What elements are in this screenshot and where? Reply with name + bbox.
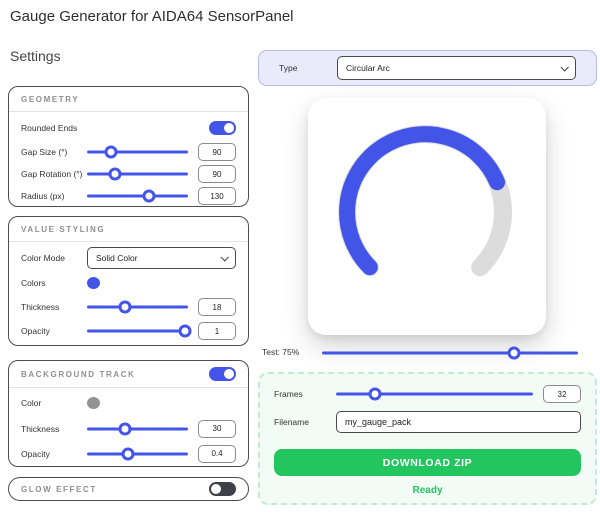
value-styling-panel-header: VALUE STYLING xyxy=(9,217,248,242)
track-opacity-slider[interactable] xyxy=(87,447,188,461)
gap-size-slider[interactable] xyxy=(87,145,188,159)
color-mode-row: Color Mode Solid Color xyxy=(9,245,248,271)
frames-slider[interactable] xyxy=(336,387,533,401)
background-track-panel-title: BACKGROUND TRACK xyxy=(21,370,135,379)
page-title: Gauge Generator for AIDA64 SensorPanel xyxy=(10,8,294,25)
value-thickness-row: Thickness 18 xyxy=(9,295,248,319)
filename-label: Filename xyxy=(274,417,336,427)
frames-slider-thumb[interactable] xyxy=(369,388,382,401)
track-thickness-slider-thumb[interactable] xyxy=(119,422,132,435)
colors-label: Colors xyxy=(21,278,87,288)
gap-size-label: Gap Size (°) xyxy=(21,147,87,157)
value-opacity-label: Opacity xyxy=(21,326,87,336)
track-opacity-value[interactable]: 0.4 xyxy=(198,445,236,463)
glow-effect-panel-header: GLOW EFFECT xyxy=(9,478,248,500)
test-value-label: Test: 75% xyxy=(262,347,299,357)
track-thickness-value[interactable]: 30 xyxy=(198,420,236,438)
gap-size-row: Gap Size (°) 90 xyxy=(9,141,248,163)
gauge-preview-card xyxy=(308,98,546,335)
type-select[interactable]: Circular Arc xyxy=(337,56,576,80)
track-thickness-label: Thickness xyxy=(21,424,87,434)
radius-slider[interactable] xyxy=(87,189,188,203)
settings-heading: Settings xyxy=(10,48,61,64)
gap-rotation-slider-thumb[interactable] xyxy=(109,168,122,181)
rounded-ends-row: Rounded Ends xyxy=(9,115,248,141)
filename-input[interactable] xyxy=(336,411,581,433)
type-selected: Circular Arc xyxy=(346,63,390,73)
color-mode-select[interactable]: Solid Color xyxy=(87,247,236,269)
status-text: Ready xyxy=(274,485,581,496)
geometry-panel-title: GEOMETRY xyxy=(21,95,79,104)
gauge-arc xyxy=(308,98,546,335)
value-color-swatch[interactable] xyxy=(87,277,100,289)
color-mode-label: Color Mode xyxy=(21,253,87,263)
radius-slider-thumb[interactable] xyxy=(142,190,155,203)
value-styling-panel-title: VALUE STYLING xyxy=(21,225,105,234)
test-slider-thumb[interactable] xyxy=(508,347,521,360)
radius-label: Radius (px) xyxy=(21,191,87,201)
color-mode-selected: Solid Color xyxy=(96,253,138,263)
value-opacity-row: Opacity 1 xyxy=(9,319,248,343)
track-opacity-slider-thumb[interactable] xyxy=(122,447,135,460)
track-thickness-slider[interactable] xyxy=(87,422,188,436)
glow-effect-toggle[interactable] xyxy=(209,482,236,496)
rounded-ends-toggle[interactable] xyxy=(209,121,236,135)
gap-rotation-row: Gap Rotation (°) 90 xyxy=(9,163,248,185)
value-thickness-slider-thumb[interactable] xyxy=(119,301,132,314)
value-thickness-slider[interactable] xyxy=(87,300,188,314)
gap-rotation-label: Gap Rotation (°) xyxy=(21,169,87,179)
track-color-row: Color xyxy=(9,390,248,416)
value-opacity-value[interactable]: 1 xyxy=(198,322,236,340)
track-opacity-label: Opacity xyxy=(21,449,87,459)
value-styling-panel: VALUE STYLING Color Mode Solid Color Col… xyxy=(8,216,249,346)
value-thickness-value[interactable]: 18 xyxy=(198,298,236,316)
radius-row: Radius (px) 130 xyxy=(9,185,248,207)
geometry-panel: GEOMETRY Rounded Ends Gap Size (°) 90 Ga… xyxy=(8,86,249,207)
value-opacity-slider-thumb[interactable] xyxy=(178,325,191,338)
glow-effect-panel: GLOW EFFECT xyxy=(8,477,249,501)
export-panel: Frames 32 Filename DOWNLOAD ZIP Ready xyxy=(258,372,597,505)
colors-row: Colors xyxy=(9,271,248,295)
track-color-label: Color xyxy=(21,398,87,408)
gauge-value-arc xyxy=(347,134,497,267)
filename-row: Filename xyxy=(274,410,581,434)
test-slider[interactable] xyxy=(322,346,578,360)
track-opacity-row: Opacity 0.4 xyxy=(9,441,248,466)
type-label: Type xyxy=(279,63,337,73)
gap-rotation-slider[interactable] xyxy=(87,167,188,181)
geometry-panel-header: GEOMETRY xyxy=(9,87,248,112)
track-color-swatch[interactable] xyxy=(87,397,100,409)
glow-effect-panel-title: GLOW EFFECT xyxy=(21,485,97,494)
track-thickness-row: Thickness 30 xyxy=(9,416,248,441)
gap-size-value[interactable]: 90 xyxy=(198,143,236,161)
radius-value[interactable]: 130 xyxy=(198,187,236,205)
value-opacity-slider[interactable] xyxy=(87,324,188,338)
frames-value[interactable]: 32 xyxy=(543,385,581,403)
gap-rotation-value[interactable]: 90 xyxy=(198,165,236,183)
value-thickness-label: Thickness xyxy=(21,302,87,312)
chevron-down-icon xyxy=(560,63,568,71)
type-bar: Type Circular Arc xyxy=(258,50,597,86)
rounded-ends-label: Rounded Ends xyxy=(21,123,77,133)
frames-label: Frames xyxy=(274,389,336,399)
background-track-panel-header: BACKGROUND TRACK xyxy=(9,361,248,388)
background-track-panel: BACKGROUND TRACK Color Thickness 30 Opac… xyxy=(8,360,249,467)
chevron-down-icon xyxy=(220,253,228,261)
gap-size-slider-thumb[interactable] xyxy=(105,146,118,159)
background-track-toggle[interactable] xyxy=(209,367,236,381)
frames-row: Frames 32 xyxy=(274,383,581,405)
download-zip-button[interactable]: DOWNLOAD ZIP xyxy=(274,449,581,476)
